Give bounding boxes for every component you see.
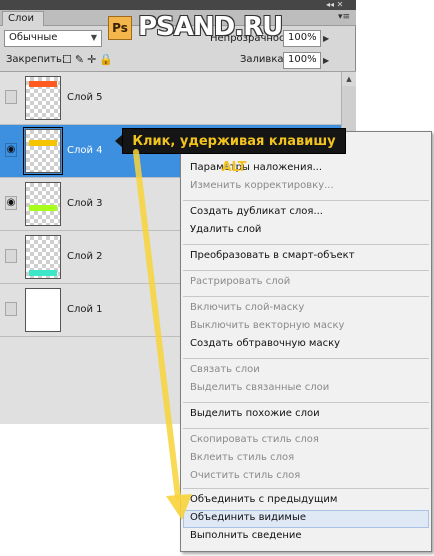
annotation-arrow [133,149,192,520]
arrow-head [166,494,192,520]
photoshop-screen: ◂◂ ✕ Слои ▾≡ Обычные ▼ Непрозрачность: 1… [0,0,434,556]
arrow-shaft [133,149,181,500]
